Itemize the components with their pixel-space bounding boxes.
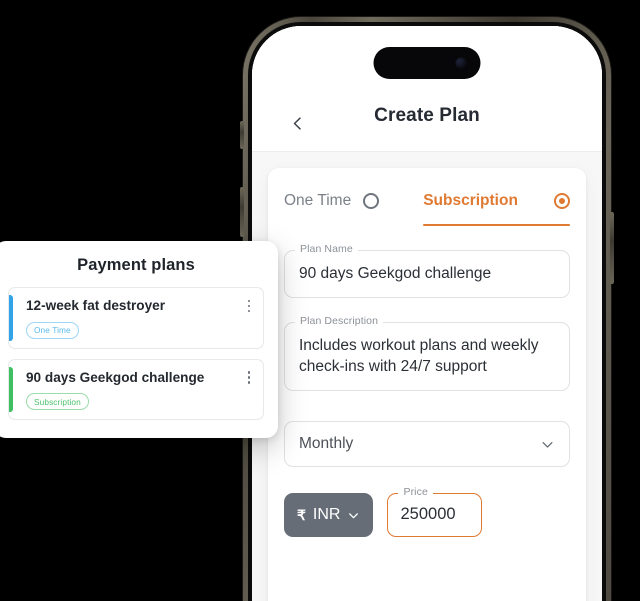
app-body: One Time Subscription Plan Name 90 days …: [252, 152, 602, 601]
billing-cycle-value: Monthly: [299, 435, 354, 453]
plan-name: 12-week fat destroyer: [26, 298, 166, 313]
power-button[interactable]: [610, 212, 614, 284]
plan-description-field[interactable]: Plan Description Includes workout plans …: [284, 315, 570, 392]
app-header: Create Plan: [252, 26, 602, 152]
billing-cycle-select[interactable]: Monthly: [284, 421, 570, 468]
more-vertical-icon[interactable]: [241, 369, 257, 387]
price-input[interactable]: 250000: [387, 493, 483, 538]
status-badge: Subscription: [26, 393, 89, 410]
plan-accent-bar: [9, 295, 13, 341]
plan-type-selector: One Time Subscription: [284, 182, 570, 226]
more-vertical-icon[interactable]: [241, 297, 257, 315]
list-item[interactable]: 90 days Geekgod challenge Subscription: [8, 358, 264, 420]
currency-selector[interactable]: ₹ INR: [284, 493, 374, 538]
billing-cycle-field: Monthly: [284, 421, 570, 468]
list-item[interactable]: 12-week fat destroyer One Time: [8, 287, 264, 349]
plan-type-label-one-time: One Time: [284, 192, 352, 209]
plan-name-input[interactable]: 90 days Geekgod challenge: [284, 250, 570, 299]
radio-checked-icon: [554, 193, 570, 209]
plan-name-field[interactable]: Plan Name 90 days Geekgod challenge: [284, 243, 570, 299]
page-title: Create Plan: [374, 105, 480, 126]
plan-name: 90 days Geekgod challenge: [26, 369, 205, 385]
volume-up-button[interactable]: [240, 187, 244, 237]
plan-description-input[interactable]: Includes workout plans and weekly check-…: [284, 322, 570, 392]
front-camera-icon: [455, 57, 467, 69]
screenshot-root: Create Plan One Time Subscription Plan N…: [0, 0, 640, 601]
radio-unchecked-icon: [363, 193, 380, 209]
price-label: Price: [398, 486, 433, 499]
plan-type-option-subscription-wrap: Subscription: [423, 192, 570, 226]
price-field[interactable]: Price 250000: [387, 486, 483, 538]
create-plan-form-card: One Time Subscription Plan Name 90 days …: [268, 168, 586, 601]
currency-code: INR: [312, 506, 341, 524]
payment-plans-title: Payment plans: [77, 256, 195, 274]
chevron-down-icon: [542, 441, 553, 448]
active-tab-underline: [423, 224, 570, 226]
price-row: ₹ INR Price 250000: [284, 486, 570, 538]
chevron-down-icon: [349, 513, 359, 519]
silent-switch[interactable]: [240, 121, 244, 149]
phone-bezel: Create Plan One Time Subscription Plan N…: [248, 22, 606, 601]
plan-type-label-subscription: Subscription: [423, 192, 518, 209]
dynamic-island: [373, 47, 481, 79]
create-plan-app: Create Plan One Time Subscription Plan N…: [252, 26, 602, 601]
plan-name-label: Plan Name: [295, 243, 358, 255]
plan-type-option-subscription[interactable]: Subscription: [423, 192, 570, 224]
plan-description-label: Plan Description: [295, 315, 384, 328]
phone-screen: Create Plan One Time Subscription Plan N…: [252, 26, 602, 601]
rupee-symbol-icon: ₹: [297, 506, 306, 523]
payment-plans-card: Payment plans 12-week fat destroyer One …: [0, 241, 278, 438]
plan-type-option-one-time[interactable]: One Time: [284, 192, 423, 224]
plan-accent-bar: [9, 366, 13, 412]
status-badge: One Time: [26, 321, 79, 339]
phone-mockup: Create Plan One Time Subscription Plan N…: [240, 17, 614, 601]
